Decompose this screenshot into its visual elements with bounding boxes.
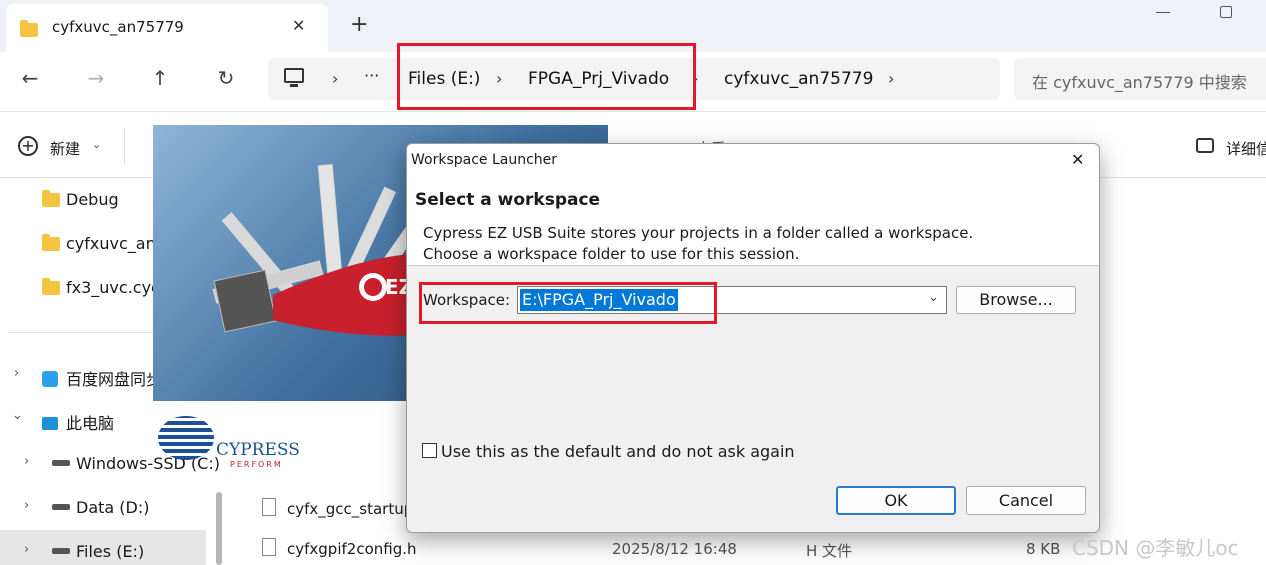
file-icon — [262, 498, 276, 516]
file-size: 8 KB — [1026, 540, 1061, 558]
chevron-right-icon[interactable]: › — [24, 498, 29, 513]
folder-icon — [20, 20, 38, 37]
ok-button[interactable]: OK — [836, 486, 956, 515]
default-checkbox[interactable] — [422, 443, 437, 458]
more-crumbs-icon[interactable]: ··· — [364, 66, 379, 85]
dialog-header: Select a workspace Cypress EZ USB Suite … — [407, 176, 1099, 266]
monitor-stand-icon — [290, 84, 298, 87]
browse-button[interactable]: Browse... — [956, 286, 1076, 314]
default-checkbox-label: Use this as the default and do not ask a… — [441, 442, 795, 461]
maximize-icon[interactable] — [1220, 6, 1232, 18]
search-box[interactable]: 在 cyfxuvc_an75779 中搜索 — [1014, 58, 1266, 100]
details-button[interactable]: 详细信息 — [1226, 138, 1266, 159]
chevron-right-icon: › — [332, 69, 339, 88]
dialog-heading: Select a workspace — [415, 190, 601, 210]
dialog-title: Workspace Launcher — [411, 152, 558, 168]
folder-icon — [42, 190, 60, 207]
toolbar-divider — [124, 128, 125, 164]
chevron-down-icon: ⌄ — [92, 138, 102, 151]
new-tab-button[interactable]: + — [350, 12, 368, 37]
cypress-logo-tagline: PERFORM — [230, 460, 283, 469]
explorer-tab[interactable]: cyfxuvc_an75779 ✕ — [6, 4, 328, 52]
dialog-description: Cypress EZ USB Suite stores your project… — [423, 224, 974, 242]
cloud-sync-icon — [42, 371, 58, 387]
drive-icon — [52, 548, 70, 554]
cypress-logo-text: CYPRESS — [216, 440, 300, 460]
details-pane-icon — [1196, 138, 1214, 153]
file-name[interactable]: cyfxgpif2config.h — [287, 540, 417, 558]
minimize-icon[interactable] — [1156, 12, 1170, 13]
sidebar-divider — [8, 332, 154, 333]
cypress-logo-icon — [158, 416, 214, 460]
new-button[interactable]: 新建 — [50, 138, 80, 159]
forward-icon[interactable]: → — [76, 66, 116, 90]
folder-icon — [42, 234, 60, 251]
sidebar-scrollbar[interactable] — [216, 492, 222, 565]
sidebar-item-this-pc[interactable]: 此电脑 — [42, 410, 114, 434]
chevron-right-icon[interactable]: › — [14, 366, 19, 381]
plus-circle-icon: + — [18, 136, 38, 156]
tab-close-icon[interactable]: ✕ — [292, 16, 305, 35]
computer-icon — [42, 417, 58, 430]
chevron-right-icon[interactable]: › — [24, 454, 29, 469]
up-icon[interactable]: ↑ — [140, 66, 180, 90]
dialog-description: Choose a workspace folder to use for thi… — [423, 245, 800, 263]
chevron-down-icon[interactable]: ⌄ — [12, 408, 23, 423]
watermark: CSDN @李敏儿oc — [1072, 536, 1239, 560]
file-icon — [262, 538, 276, 556]
dialog-title-bar: Workspace Launcher ✕ — [407, 144, 1099, 176]
folder-icon — [42, 278, 60, 295]
breadcrumb-item-cyfxuvc[interactable]: cyfxuvc_an75779 — [724, 69, 873, 89]
monitor-icon — [284, 68, 304, 83]
search-input[interactable]: 在 cyfxuvc_an75779 中搜索 — [1032, 69, 1264, 93]
sidebar-item-data-d[interactable]: Data (D:) — [52, 498, 149, 517]
workspace-highlight-box — [419, 282, 717, 324]
tab-title: cyfxuvc_an75779 — [52, 18, 184, 36]
chevron-down-icon[interactable]: ⌄ — [928, 290, 939, 305]
refresh-icon[interactable]: ↻ — [206, 66, 246, 90]
breadcrumb-highlight-box — [397, 43, 696, 110]
cancel-button[interactable]: Cancel — [966, 486, 1086, 515]
workspace-launcher-dialog: Workspace Launcher ✕ Select a workspace … — [406, 143, 1100, 533]
close-icon[interactable]: ✕ — [1071, 150, 1084, 169]
chevron-right-icon: › — [888, 69, 895, 88]
drive-icon — [52, 460, 70, 466]
file-date: 2025/8/12 16:48 — [612, 540, 737, 558]
sidebar-item-files-e[interactable]: Files (E:) — [52, 542, 144, 561]
chevron-right-icon[interactable]: › — [24, 542, 29, 557]
sidebar-item-debug[interactable]: Debug — [42, 190, 119, 209]
drive-icon — [52, 504, 70, 510]
file-type: H 文件 — [806, 542, 853, 560]
back-icon[interactable]: ← — [10, 66, 50, 90]
